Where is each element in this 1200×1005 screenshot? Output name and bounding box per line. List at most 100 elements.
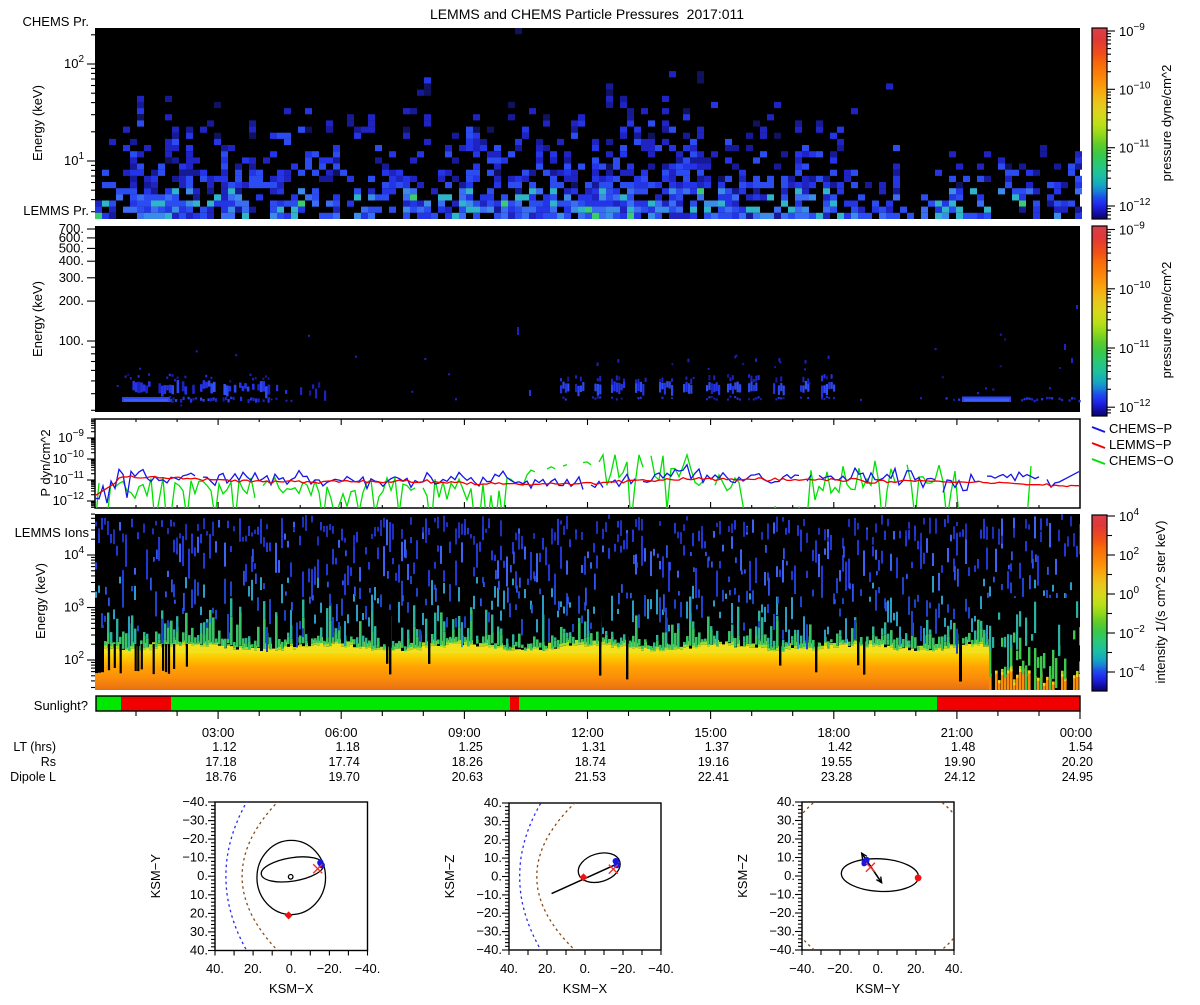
svg-text:19.55: 19.55 [821,755,852,769]
svg-text:Dipole L: Dipole L [10,770,56,784]
svg-text:0.: 0. [873,961,884,976]
svg-text:40.: 40. [190,943,208,958]
svg-text:23.28: 23.28 [821,770,852,784]
svg-text:Energy (keV): Energy (keV) [30,85,45,161]
svg-text:intensity 1/(s cm^2 ster keV): intensity 1/(s cm^2 ster keV) [1153,521,1168,684]
svg-text:Sunlight?: Sunlight? [34,698,88,713]
svg-text:1.12: 1.12 [212,740,236,754]
svg-text:−40.: −40. [355,961,381,976]
svg-text:10.: 10. [484,850,502,865]
svg-text:−40.: −40. [769,942,795,957]
svg-text:21.53: 21.53 [575,770,606,784]
svg-text:10.: 10. [190,887,208,902]
svg-text:LEMMS Pr.: LEMMS Pr. [23,203,89,218]
svg-text:−40.: −40. [182,794,208,809]
svg-text:1.31: 1.31 [582,740,606,754]
svg-text:1.48: 1.48 [951,740,975,754]
svg-text:20.63: 20.63 [452,770,483,784]
svg-text:40.: 40. [500,961,518,976]
svg-text:18:00: 18:00 [818,725,851,740]
svg-text:100.: 100. [59,333,84,348]
svg-text:30.: 30. [777,813,795,828]
svg-text:−20.: −20. [317,961,343,976]
svg-text:LEMMS−P: LEMMS−P [1109,437,1172,452]
svg-text:17.74: 17.74 [329,755,360,769]
svg-text:Energy (keV): Energy (keV) [30,281,45,357]
svg-text:−10.: −10. [182,850,208,865]
svg-text:22.41: 22.41 [698,770,729,784]
svg-text:40.: 40. [777,794,795,809]
svg-text:KSM−Y: KSM−Y [856,981,901,996]
svg-text:40.: 40. [945,961,963,976]
svg-text:18.74: 18.74 [575,755,606,769]
svg-text:06:00: 06:00 [325,725,358,740]
svg-text:19.70: 19.70 [329,770,360,784]
svg-text:1.25: 1.25 [459,740,483,754]
svg-text:0.: 0. [580,961,591,976]
svg-text:30.: 30. [484,813,502,828]
svg-text:200.: 200. [59,293,84,308]
svg-text:CHEMS−P: CHEMS−P [1109,421,1172,436]
svg-text:400.: 400. [59,253,84,268]
svg-text:0.: 0. [286,961,297,976]
svg-text:40.: 40. [206,961,224,976]
svg-text:−30.: −30. [769,924,795,939]
svg-text:0.: 0. [491,869,502,884]
svg-text:KSM−X: KSM−X [563,981,608,996]
svg-text:18.26: 18.26 [452,755,483,769]
svg-text:40.: 40. [484,795,502,810]
svg-text:20.: 20. [538,961,556,976]
svg-text:20.: 20. [777,831,795,846]
svg-text:700.: 700. [59,221,84,236]
svg-text:19.90: 19.90 [944,755,975,769]
svg-text:−10.: −10. [476,887,502,902]
svg-text:LT (hrs): LT (hrs) [13,740,56,754]
svg-text:15:00: 15:00 [694,725,727,740]
svg-text:09:00: 09:00 [448,725,481,740]
svg-text:1.54: 1.54 [1069,740,1093,754]
svg-text:03:00: 03:00 [202,725,235,740]
svg-text:−20.: −20. [769,905,795,920]
svg-text:KSM−Z: KSM−Z [442,855,457,899]
svg-text:1.37: 1.37 [705,740,729,754]
svg-text:KSM−X: KSM−X [269,981,314,996]
svg-text:pressure dyne/cm^2: pressure dyne/cm^2 [1159,65,1174,182]
svg-text:1.18: 1.18 [335,740,359,754]
svg-text:18.76: 18.76 [205,770,236,784]
svg-text:pressure dyne/cm^2: pressure dyne/cm^2 [1159,262,1174,379]
svg-text:24.12: 24.12 [944,770,975,784]
svg-text:LEMMS Ions: LEMMS Ions [15,525,90,540]
svg-text:00:00: 00:00 [1060,725,1093,740]
svg-text:1.42: 1.42 [828,740,852,754]
svg-text:−40.: −40. [648,961,674,976]
svg-text:300.: 300. [59,270,84,285]
svg-text:−10.: −10. [769,887,795,902]
svg-text:24.95: 24.95 [1062,770,1093,784]
svg-text:−20.: −20. [610,961,636,976]
svg-text:12:00: 12:00 [571,725,604,740]
svg-text:20.20: 20.20 [1062,755,1093,769]
svg-text:Energy (keV): Energy (keV) [33,563,48,639]
svg-text:19.16: 19.16 [698,755,729,769]
svg-text:20.: 20. [190,905,208,920]
svg-text:20.: 20. [907,961,925,976]
svg-text:10.: 10. [777,850,795,865]
svg-text:KSM−Y: KSM−Y [148,854,163,899]
svg-text:−30.: −30. [476,924,502,939]
svg-text:30.: 30. [190,924,208,939]
svg-text:0.: 0. [784,868,795,883]
svg-text:LEMMS and CHEMS Particle Press: LEMMS and CHEMS Particle Pressures 2017:… [430,6,744,22]
svg-text:20.: 20. [244,961,262,976]
svg-text:−40.: −40. [476,942,502,957]
svg-text:17.18: 17.18 [205,755,236,769]
svg-text:20.: 20. [484,832,502,847]
svg-text:P dyn/cm^2: P dyn/cm^2 [38,429,53,496]
svg-text:CHEMS Pr.: CHEMS Pr. [23,14,89,29]
svg-text:0.: 0. [197,868,208,883]
svg-text:−30.: −30. [182,813,208,828]
svg-text:CHEMS−O: CHEMS−O [1109,453,1174,468]
svg-text:−20.: −20. [476,905,502,920]
svg-text:−20.: −20. [182,831,208,846]
svg-text:−20.: −20. [827,961,853,976]
svg-text:21:00: 21:00 [941,725,974,740]
